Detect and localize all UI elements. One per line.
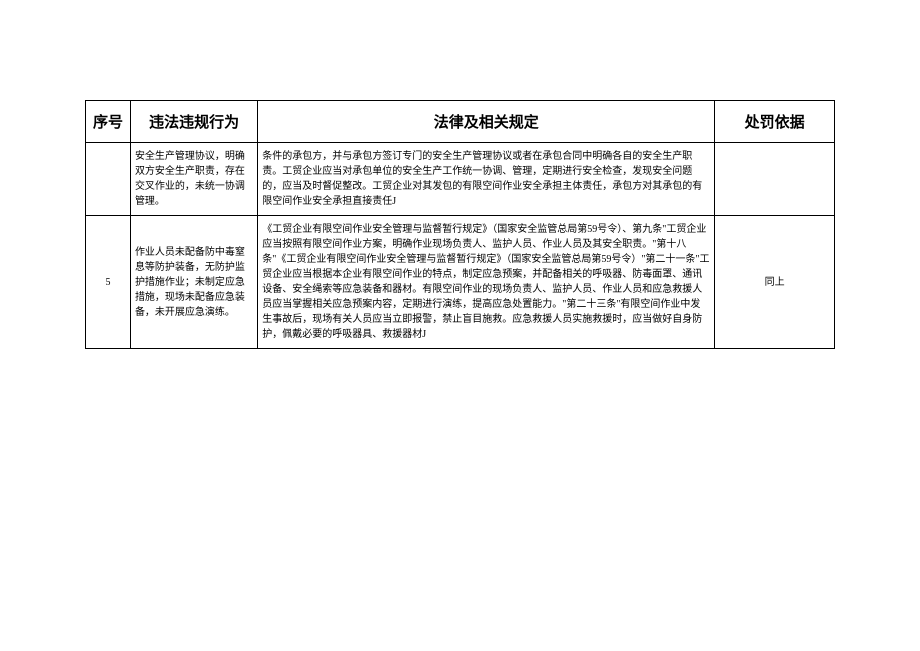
cell-violation: 安全生产管理协议，明确双方安全生产职责，存在交叉作业的，未统一协调管理。 [130,143,257,216]
cell-basis: 同上 [715,216,835,349]
cell-law: 条件的承包方，并与承包方签订专门的安全生产管理协议或者在承包合同中明确各自的安全… [258,143,715,216]
cell-basis [715,143,835,216]
cell-seq: 5 [86,216,131,349]
regulation-table: 序号 违法违规行为 法律及相关规定 处罚依据 安全生产管理协议，明确双方安全生产… [85,100,835,349]
table-header-row: 序号 违法违规行为 法律及相关规定 处罚依据 [86,101,835,143]
cell-law: 《工贸企业有限空间作业安全管理与监督暂行规定》（国家安全监管总局第59号令）、第… [258,216,715,349]
cell-violation: 作业人员未配备防中毒窒息等防护装备，无防护监护措施作业；未制定应急措施，现场未配… [130,216,257,349]
header-law: 法律及相关规定 [258,101,715,143]
header-basis: 处罚依据 [715,101,835,143]
cell-seq [86,143,131,216]
header-seq: 序号 [86,101,131,143]
table-row: 安全生产管理协议，明确双方安全生产职责，存在交叉作业的，未统一协调管理。 条件的… [86,143,835,216]
table-row: 5 作业人员未配备防中毒窒息等防护装备，无防护监护措施作业；未制定应急措施，现场… [86,216,835,349]
header-violation: 违法违规行为 [130,101,257,143]
